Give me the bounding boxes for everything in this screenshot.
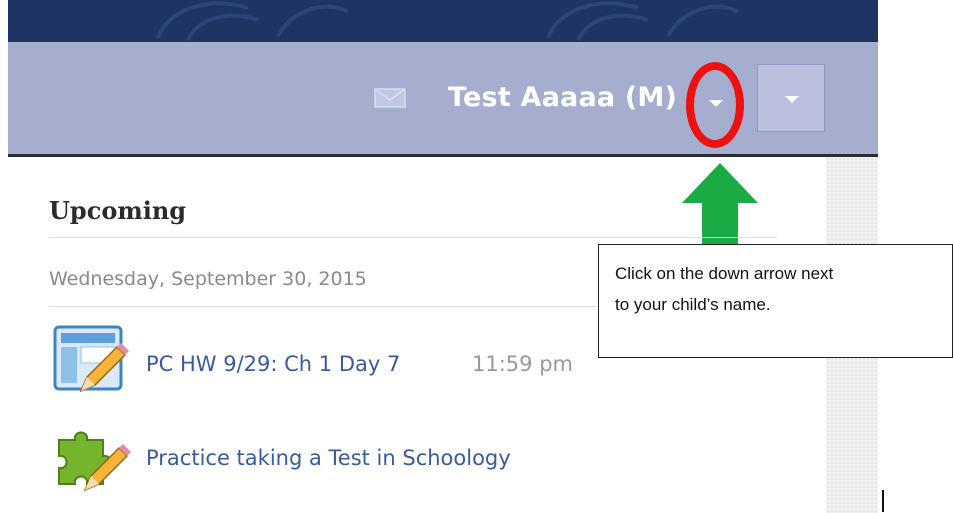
top-banner: [8, 0, 878, 42]
date-divider: [49, 306, 597, 307]
assignment-icon: [53, 325, 129, 393]
annotation-arrow-icon: [682, 163, 758, 247]
header-bar: [8, 42, 878, 154]
header-divider: [8, 154, 878, 157]
puzzle-test-icon: [58, 431, 131, 492]
banner-decoration: [156, 1, 740, 41]
account-menu-button[interactable]: [757, 64, 825, 132]
text-cursor: [882, 490, 884, 512]
assignment-link[interactable]: PC HW 9/29: Ch 1 Day 7: [146, 352, 400, 376]
instruction-callout: Click on the down arrow next to your chi…: [598, 244, 953, 358]
envelope-icon[interactable]: [374, 88, 406, 108]
callout-line-2: to your child’s name.: [615, 295, 771, 314]
upcoming-heading: Upcoming: [49, 196, 187, 225]
annotation-highlight-circle: [686, 62, 744, 148]
test-link[interactable]: Practice taking a Test in Schoology: [146, 446, 511, 470]
heading-divider: [49, 237, 777, 238]
assignment-time: 11:59 pm: [472, 352, 573, 376]
date-label: Wednesday, September 30, 2015: [49, 268, 367, 290]
user-name-label[interactable]: Test Aaaaa (M): [448, 82, 677, 113]
callout-line-1: Click on the down arrow next: [615, 264, 834, 283]
